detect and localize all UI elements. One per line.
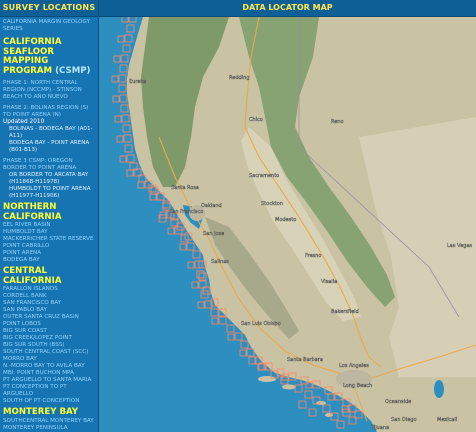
central-item[interactable]: SAN FRANCISCO BAY — [3, 300, 96, 307]
salton-sea — [434, 380, 444, 398]
map-city-label: Long Beach — [343, 383, 372, 389]
central-item[interactable]: PT CONCEPTION TO PT ARGUELLO — [3, 384, 96, 398]
central-item[interactable]: POINT LOBOS — [3, 321, 96, 328]
map-header: DATA LOCATOR MAP — [99, 0, 476, 17]
central-item[interactable]: FARALLON ISLANDS — [3, 286, 96, 293]
monterey-bay-title: MONTEREY BAY — [3, 407, 79, 417]
central-item[interactable]: N.-MORRO BAY TO AVILA BAY — [3, 363, 96, 370]
survey-sidebar: SURVEY LOCATIONS CALIFORNIA MARGIN GEOLO… — [0, 0, 99, 432]
central-item[interactable]: SOUTH OF PT CONCEPTION — [3, 398, 96, 405]
monterey-item[interactable]: MONTEREY PENINSULA — [3, 425, 96, 432]
map-city-label: Fresno — [305, 253, 321, 259]
northern-item[interactable]: EEL RIVER BASIN — [3, 222, 96, 229]
central-item[interactable]: MBI: POINT BUCHON MPA — [3, 370, 96, 377]
channel-island — [258, 376, 276, 382]
map-city-label: San Luis Obispo — [241, 321, 281, 327]
csmp-title-line2: SEAFLOOR MAPPING — [3, 46, 54, 66]
northern-item[interactable]: POINT CABRILLO — [3, 243, 96, 250]
central-item[interactable]: BIG CREEK/LOPEZ POINT — [3, 335, 96, 342]
monterey-item[interactable]: SOUTHCENTRAL MONTEREY BAY — [3, 418, 96, 425]
central-item[interactable]: PT ARGUELLO TO SANTA MARIA — [3, 377, 96, 384]
map-city-label: San Jose — [203, 231, 224, 237]
map-city-label: Visalia — [321, 279, 337, 285]
map-city-label: San Francisco — [169, 209, 203, 215]
central-item[interactable]: CORDELL BANK — [3, 293, 96, 300]
map-city-label: Salinas — [211, 259, 229, 265]
northern-item[interactable]: POINT ARENA — [3, 250, 96, 257]
map-city-label: Bakersfield — [331, 309, 359, 315]
csmp-title-line3: PROGRAM — [3, 65, 53, 76]
updated-note: Updated 2010 — [3, 119, 45, 125]
map-city-label: Stockton — [261, 201, 283, 207]
map-city-label: San Diego — [391, 417, 417, 423]
map-city-label: Santa Rosa — [171, 185, 199, 191]
phase1-link[interactable]: PHASE 1: NORTH CENTRAL REGION (NCCMP) - … — [3, 80, 96, 101]
central-item[interactable]: BIG SUR SOUTH (BSS) — [3, 342, 96, 349]
sidebar-content: CALIFORNIA MARGIN GEOLOGY SERIES CALIFOR… — [3, 19, 96, 432]
map-city-label: Tijuana — [370, 425, 389, 431]
series-link[interactable]: CALIFORNIA MARGIN GEOLOGY SERIES — [3, 19, 96, 33]
northern-california-title: NORTHERN CALIFORNIA — [3, 202, 62, 222]
channel-island — [282, 384, 296, 390]
map-city-label: Reno — [331, 119, 344, 125]
map-city-label: Eureka — [129, 79, 146, 85]
map-city-label: Chico — [249, 117, 263, 123]
map-city-label: Modesto — [275, 217, 296, 223]
map-city-label: Santa Barbara — [287, 357, 323, 363]
sidebar-header: SURVEY LOCATIONS — [0, 0, 98, 17]
map-city-label: Las Vegas — [447, 243, 472, 249]
northern-item[interactable]: BODEGA BAY — [3, 257, 96, 264]
csmp-title-line1: CALIFORNIA — [3, 37, 62, 47]
channel-island — [325, 413, 333, 417]
northern-item[interactable]: HUMBOLDT BAY — [3, 229, 96, 236]
central-item[interactable]: MORRO BAY — [3, 356, 96, 363]
central-item[interactable]: OUTER SANTA CRUZ BASIN — [3, 314, 96, 321]
page-frame: SURVEY LOCATIONS CALIFORNIA MARGIN GEOLO… — [0, 0, 476, 432]
map-city-label: Oakland — [201, 203, 222, 209]
map-city-label: Redding — [229, 75, 249, 81]
central-item[interactable]: SOUTH CENTRAL COAST (SCC) — [3, 349, 96, 356]
map-city-label: Mexicali — [437, 417, 457, 423]
map-city-label: Los Angeles — [339, 363, 369, 369]
phase3-item[interactable]: Humboldt to Point Arena (H11977-H11906) — [3, 186, 96, 200]
map-city-label: Sacramento — [249, 173, 279, 179]
northern-item[interactable]: MACKERRICHER STATE RESERVE — [3, 236, 96, 243]
csmp-abbrev: (CSMP) — [55, 65, 91, 76]
csmp-title: CALIFORNIA SEAFLOOR MAPPING PROGRAM (CSM… — [3, 37, 96, 76]
map-canvas: Eureka Redding Chico Santa Rosa Sacramento Sa… — [99, 17, 476, 432]
phase2-item[interactable]: Bodega Bay - Point Arena (B01-B13) — [3, 140, 96, 154]
phase3-link[interactable]: PHASE 3 CSMP: OREGON BORDER TO POINT ARE… — [3, 158, 96, 172]
central-item[interactable]: BIG SUR COAST — [3, 328, 96, 335]
central-california-title: CENTRAL CALIFORNIA — [3, 266, 62, 286]
phase2-item[interactable]: Bolinas - Bodega Bay (A01-A11) — [3, 126, 96, 140]
phase2-link[interactable]: PHASE 2: BOLINAS REGION (S) TO POINT ARE… — [3, 105, 96, 119]
phase3-item[interactable]: OR border to Arcata Bay (H11868-H11978) — [3, 172, 96, 186]
map-city-label: Oceanside — [385, 399, 411, 405]
central-item[interactable]: SAN PABLO BAY — [3, 307, 96, 314]
data-locator-map[interactable]: Eureka Redding Chico Santa Rosa Sacramento Sa… — [99, 17, 476, 432]
